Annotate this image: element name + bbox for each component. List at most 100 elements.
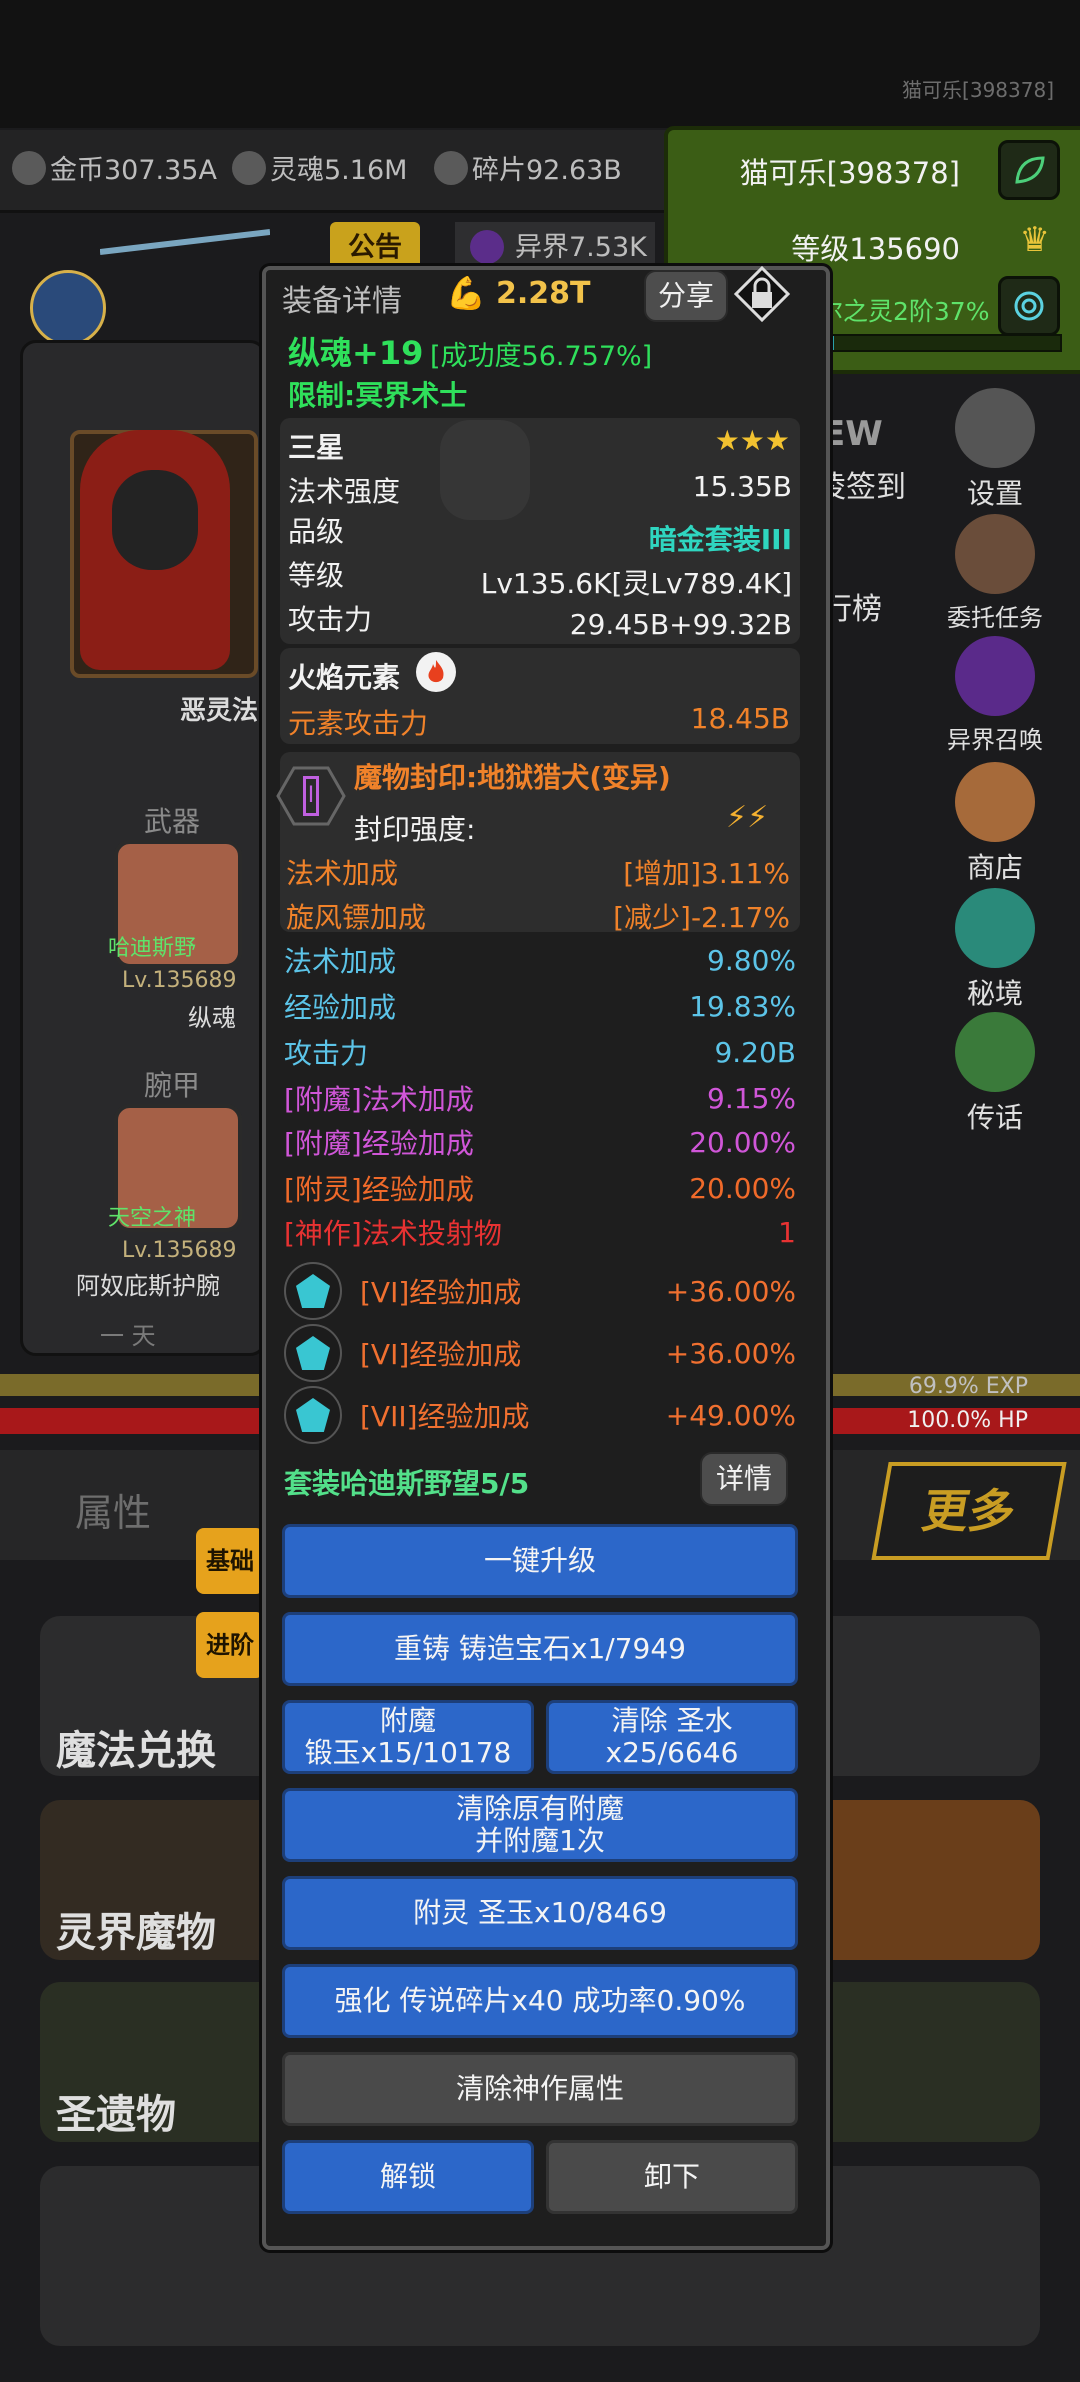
soul-resource: 灵魂5.16M	[232, 148, 407, 187]
clear-divine-button[interactable]: 清除神作属性	[282, 2052, 798, 2126]
leaf-icon[interactable]	[998, 140, 1060, 200]
claw-icon: ⚡⚡	[726, 800, 769, 835]
seal-shuriken-value: [减少]-2.17%	[613, 901, 790, 934]
staff-decoration	[99, 222, 271, 262]
bracer-level: Lv.135689	[122, 1238, 237, 1263]
panel-bottom-text: 一 天	[100, 1322, 156, 1350]
crown-icon: ♛	[1019, 220, 1050, 260]
stat-row: [附灵]经验加成 20.00%	[284, 1171, 796, 1207]
lock-icon[interactable]	[733, 265, 791, 323]
bracer-set-name: 天空之神	[108, 1206, 197, 1231]
gold-coin-icon	[12, 150, 46, 185]
set-bonus-label: 套装哈迪斯野望5/5	[284, 1467, 530, 1500]
set-detail-button[interactable]: 详情	[700, 1452, 788, 1506]
quest-button[interactable]: 委托任务	[940, 514, 1050, 633]
exp-text: 69.9% EXP	[908, 1374, 1028, 1399]
rank-label: 品级	[288, 515, 345, 548]
top-bar	[0, 0, 1080, 128]
shop-icon	[955, 762, 1035, 842]
otherworld-icon	[470, 230, 504, 264]
stat-row: [神作]法术投射物 1	[284, 1215, 796, 1251]
quest-icon	[955, 514, 1035, 594]
new-badge[interactable]: EW	[822, 414, 883, 454]
shard-icon	[434, 150, 468, 185]
strengthen-button[interactable]: 强化 传说碎片x40 成功率0.90%	[282, 1964, 798, 2038]
item-name: 纵魂+19	[288, 334, 424, 372]
spirit-monster-title: 灵界魔物	[56, 1910, 216, 1956]
secret-realm-button[interactable]: 秘境	[940, 888, 1050, 1012]
character-name: 恶灵法	[180, 696, 259, 726]
ranking-label[interactable]: 行榜	[822, 584, 882, 628]
attack-value: 29.45B+99.32B	[569, 608, 792, 641]
bracer-name: 阿奴庇斯护腕	[76, 1272, 220, 1300]
advanced-tag[interactable]: 进阶	[196, 1612, 264, 1678]
megaphone-icon	[955, 1012, 1035, 1092]
clear-and-reenchant-button[interactable]: 清除原有附魔 并附魔1次	[282, 1788, 798, 1862]
more-button[interactable]: 更多	[871, 1462, 1067, 1560]
gem-row: [VI]经验加成 +36.00%	[284, 1262, 796, 1320]
seal-strength-label: 封印强度:	[354, 813, 476, 846]
success-rate: [成功度56.757%]	[430, 341, 653, 372]
summon-button[interactable]: 异界召唤	[940, 636, 1050, 755]
share-button[interactable]: 分享	[644, 270, 728, 322]
portal-icon	[955, 636, 1035, 716]
element-attack-label: 元素攻击力	[288, 707, 429, 740]
vortex-icon[interactable]	[998, 276, 1060, 336]
stat-row: 经验加成 19.83%	[284, 989, 796, 1025]
clear-holy-water-button[interactable]: 清除 圣水x25/6646	[546, 1700, 798, 1774]
tab-attributes[interactable]: 属性	[75, 1482, 151, 1537]
seal-roman: I	[303, 776, 319, 816]
emblem-icon[interactable]	[30, 270, 106, 346]
reforge-button[interactable]: 重铸 铸造宝石x1/7949	[282, 1612, 798, 1686]
spirit-progress-bar	[818, 334, 1062, 352]
gem-icon	[284, 1262, 342, 1320]
broadcast-button[interactable]: 传话	[940, 1012, 1050, 1136]
stat-row: 法术加成 9.80%	[284, 943, 796, 979]
gem-icon	[284, 1324, 342, 1382]
spirit-infuse-button[interactable]: 附灵 圣玉x10/8469	[282, 1876, 798, 1950]
one-click-upgrade-button[interactable]: 一键升级	[282, 1524, 798, 1598]
player-level: 等级135690	[791, 232, 960, 266]
stat-row: [附魔]法术加成 9.15%	[284, 1081, 796, 1117]
class-restriction: 限制:冥界术士	[288, 379, 468, 412]
player-name: 猫可乐[398378]	[739, 156, 960, 190]
rank-value: 暗金套装III	[648, 523, 792, 556]
level-label: 等级	[288, 559, 345, 592]
seal-spell-bonus-label: 法术加成	[286, 857, 399, 890]
shop-button[interactable]: 商店	[940, 762, 1050, 886]
stat-row: [附魔]经验加成 20.00%	[284, 1125, 796, 1161]
unlock-button[interactable]: 解锁	[282, 2140, 534, 2214]
gem-row: [VI]经验加成 +36.00%	[284, 1324, 796, 1382]
gold-resource: 金币307.35A	[12, 148, 217, 187]
weapon-slot-label: 武器	[144, 805, 201, 838]
fire-icon	[416, 652, 456, 692]
seal-shuriken-label: 旋风镖加成	[286, 901, 427, 934]
enchant-button[interactable]: 附魔 锻玉x15/10178	[282, 1700, 534, 1774]
weapon-set-name: 哈迪斯野	[108, 936, 197, 961]
level-value: Lv135.6K[灵Lv789.4K]	[480, 567, 792, 600]
basic-tag[interactable]: 基础	[196, 1528, 264, 1594]
element-title: 火焰元素	[288, 661, 401, 694]
relic-title: 圣遗物	[56, 2092, 176, 2138]
weapon-level: Lv.135689	[122, 968, 237, 993]
settings-button[interactable]: 设置	[940, 388, 1050, 512]
grade-label: 三星	[288, 431, 345, 464]
element-attack-value: 18.45B	[690, 702, 790, 735]
muscle-icon: 💪	[446, 274, 486, 312]
seal-spell-bonus-value: [增加]3.11%	[623, 857, 790, 890]
soul-icon	[232, 150, 266, 185]
magic-exchange-title: 魔法兑换	[56, 1728, 216, 1774]
unequip-button[interactable]: 卸下	[546, 2140, 798, 2214]
gear-icon	[955, 388, 1035, 468]
hero-hood	[112, 470, 198, 570]
modal-title: 装备详情	[282, 284, 402, 319]
weapon-name: 纵魂	[188, 1004, 236, 1032]
shard-resource: 碎片92.63B	[434, 148, 622, 187]
spell-power-value: 15.35B	[692, 470, 792, 503]
seal-title: 魔物封印:地狱猎犬(变异)	[354, 761, 671, 794]
secret-realm-icon	[955, 888, 1035, 968]
power-value: 2.28T	[496, 276, 591, 311]
stat-row: 攻击力 9.20B	[284, 1035, 796, 1071]
spell-power-label: 法术强度	[288, 475, 401, 508]
gem-icon	[284, 1386, 342, 1444]
